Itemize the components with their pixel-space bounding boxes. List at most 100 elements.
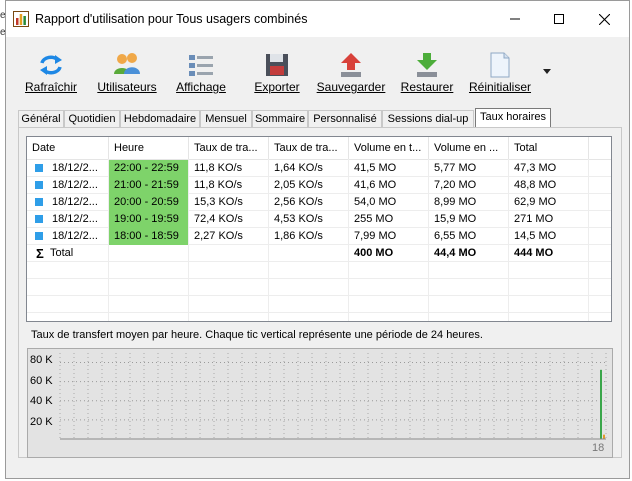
- chart-plot: [59, 353, 607, 440]
- y-tick-label: 40 K: [30, 395, 53, 407]
- minimize-button[interactable]: [492, 1, 538, 37]
- cell-total: 271 MO: [514, 213, 554, 225]
- column-header-rate-out[interactable]: Taux de tra...: [269, 137, 349, 159]
- cell-volume-out: 7,20 MO: [434, 179, 477, 191]
- reset-label: Réinitialiser: [468, 80, 532, 94]
- row-square-icon: [35, 164, 43, 172]
- cell-total-label: Total: [50, 247, 74, 259]
- table-row[interactable]: 18/12/2... 20:00 - 20:59 15,3 KO/s 2,56 …: [27, 194, 611, 211]
- cell-rate-out: 4,53 KO/s: [274, 213, 323, 225]
- cell-total: 47,3 MO: [514, 162, 557, 174]
- backup-button[interactable]: Sauvegarder: [316, 51, 386, 103]
- cell-total-sum: 444 MO: [514, 247, 554, 259]
- column-header-total[interactable]: Total: [509, 137, 589, 159]
- maximize-icon: [554, 14, 564, 24]
- row-square-icon: [35, 198, 43, 206]
- cell-rate-in: 11,8 KO/s: [194, 162, 243, 174]
- title-bar: Rapport d'utilisation pour Tous usagers …: [6, 1, 629, 37]
- chart-bar: [600, 369, 602, 439]
- cell-total-volume-out: 44,4 MO: [434, 247, 477, 259]
- cell-hour: 18:00 - 18:59: [109, 228, 188, 245]
- hourly-rate-chart: 80 K 60 K 40 K 20 K 18: [27, 348, 613, 458]
- cell-date: 18/12/2...: [52, 162, 98, 174]
- cell-date: 18/12/2...: [52, 230, 98, 242]
- download-arrow-icon: [417, 53, 437, 77]
- display-button[interactable]: Affichage: [172, 51, 230, 103]
- cell-rate-out: 1,86 KO/s: [274, 230, 323, 242]
- cell-volume-in: 255 MO: [354, 213, 394, 225]
- restore-label: Restaurer: [400, 80, 454, 94]
- cell-total: 14,5 MO: [514, 230, 557, 242]
- tab-monthly[interactable]: Mensuel: [200, 110, 252, 127]
- table-header: Date Heure Taux de tra... Taux de tra...…: [27, 137, 611, 160]
- refresh-icon: [40, 55, 62, 75]
- tab-daily[interactable]: Quotidien: [64, 110, 120, 127]
- cell-hour: 20:00 - 20:59: [109, 194, 188, 211]
- cell-date: 18/12/2...: [52, 196, 98, 208]
- cell-total: 62,9 MO: [514, 196, 557, 208]
- hourly-rates-table[interactable]: Date Heure Taux de tra... Taux de tra...…: [26, 136, 612, 322]
- users-button[interactable]: Utilisateurs: [94, 51, 160, 103]
- cell-volume-out: 15,9 MO: [434, 213, 477, 225]
- y-tick-label: 20 K: [30, 416, 53, 428]
- floppy-disk-icon: [266, 54, 288, 76]
- cell-volume-out: 5,77 MO: [434, 162, 477, 174]
- users-icon: [114, 53, 140, 74]
- tab-hourly-rates[interactable]: Taux horaires: [475, 108, 551, 128]
- column-header-rate-in[interactable]: Taux de tra...: [189, 137, 269, 159]
- tab-general[interactable]: Général: [18, 110, 64, 127]
- table-row[interactable]: 18/12/2... 19:00 - 19:59 72,4 KO/s 4,53 …: [27, 211, 611, 228]
- table-row[interactable]: 18/12/2... 18:00 - 18:59 2,27 KO/s 1,86 …: [27, 228, 611, 245]
- column-header-hour[interactable]: Heure: [109, 137, 189, 159]
- row-square-icon: [35, 232, 43, 240]
- tab-weekly[interactable]: Hebdomadaire: [120, 110, 200, 127]
- refresh-button[interactable]: Rafraîchir: [20, 51, 82, 103]
- export-label: Exporter: [254, 80, 300, 94]
- display-label: Affichage: [176, 80, 226, 94]
- reset-button[interactable]: Réinitialiser: [469, 51, 531, 103]
- toolbar: Rafraîchir Utilisateurs Affichage Export…: [6, 37, 629, 103]
- cell-rate-in: 2,27 KO/s: [194, 230, 243, 242]
- tab-dialup-sessions[interactable]: Sessions dial-up: [382, 110, 474, 127]
- close-button[interactable]: [581, 1, 627, 37]
- cell-hour: 22:00 - 22:59: [109, 160, 188, 177]
- tab-summary[interactable]: Sommaire: [252, 110, 308, 127]
- cell-total-volume-in: 400 MO: [354, 247, 394, 259]
- refresh-label: Rafraîchir: [24, 80, 77, 94]
- cell-volume-in: 7,99 MO: [354, 230, 397, 242]
- export-button[interactable]: Exporter: [250, 51, 304, 103]
- upload-arrow-icon: [341, 53, 361, 77]
- row-square-icon: [35, 181, 43, 189]
- table-total-row[interactable]: Σ Total 400 MO 44,4 MO 444 MO: [27, 245, 611, 262]
- grid-line: [27, 278, 611, 279]
- close-icon: [598, 13, 610, 25]
- toolbar-overflow-chevron-icon[interactable]: [542, 67, 552, 75]
- cell-rate-in: 72,4 KO/s: [194, 213, 243, 225]
- cell-rate-out: 2,56 KO/s: [274, 196, 323, 208]
- backup-label: Sauvegarder: [316, 80, 386, 94]
- column-header-date[interactable]: Date: [27, 137, 109, 159]
- display-list-icon: [189, 55, 213, 76]
- y-tick-label: 60 K: [30, 375, 53, 387]
- cell-rate-in: 11,8 KO/s: [194, 179, 243, 191]
- table-row[interactable]: 18/12/2... 21:00 - 21:59 11,8 KO/s 2,05 …: [27, 177, 611, 194]
- cell-volume-in: 54,0 MO: [354, 196, 397, 208]
- restore-button[interactable]: Restaurer: [399, 51, 455, 103]
- grid-line: [27, 295, 611, 296]
- window-title: Rapport d'utilisation pour Tous usagers …: [35, 12, 308, 26]
- cell-rate-out: 1,64 KO/s: [274, 162, 323, 174]
- cell-hour: 21:00 - 21:59: [109, 177, 188, 194]
- grid-line: [27, 312, 611, 313]
- chart-bar: [603, 434, 605, 439]
- column-header-volume-in[interactable]: Volume en t...: [349, 137, 429, 159]
- cell-volume-out: 6,55 MO: [434, 230, 477, 242]
- app-chart-icon: [13, 11, 29, 27]
- cell-rate-in: 15,3 KO/s: [194, 196, 243, 208]
- column-header-volume-out[interactable]: Volume en ...: [429, 137, 509, 159]
- chart-caption: Taux de transfert moyen par heure. Chaqu…: [31, 329, 483, 341]
- tab-custom[interactable]: Personnalisé: [308, 110, 382, 127]
- tab-panel: Date Heure Taux de tra... Taux de tra...…: [18, 127, 622, 458]
- maximize-button[interactable]: [536, 1, 582, 37]
- table-row[interactable]: 18/12/2... 22:00 - 22:59 11,8 KO/s 1,64 …: [27, 160, 611, 177]
- cell-total: 48,8 MO: [514, 179, 557, 191]
